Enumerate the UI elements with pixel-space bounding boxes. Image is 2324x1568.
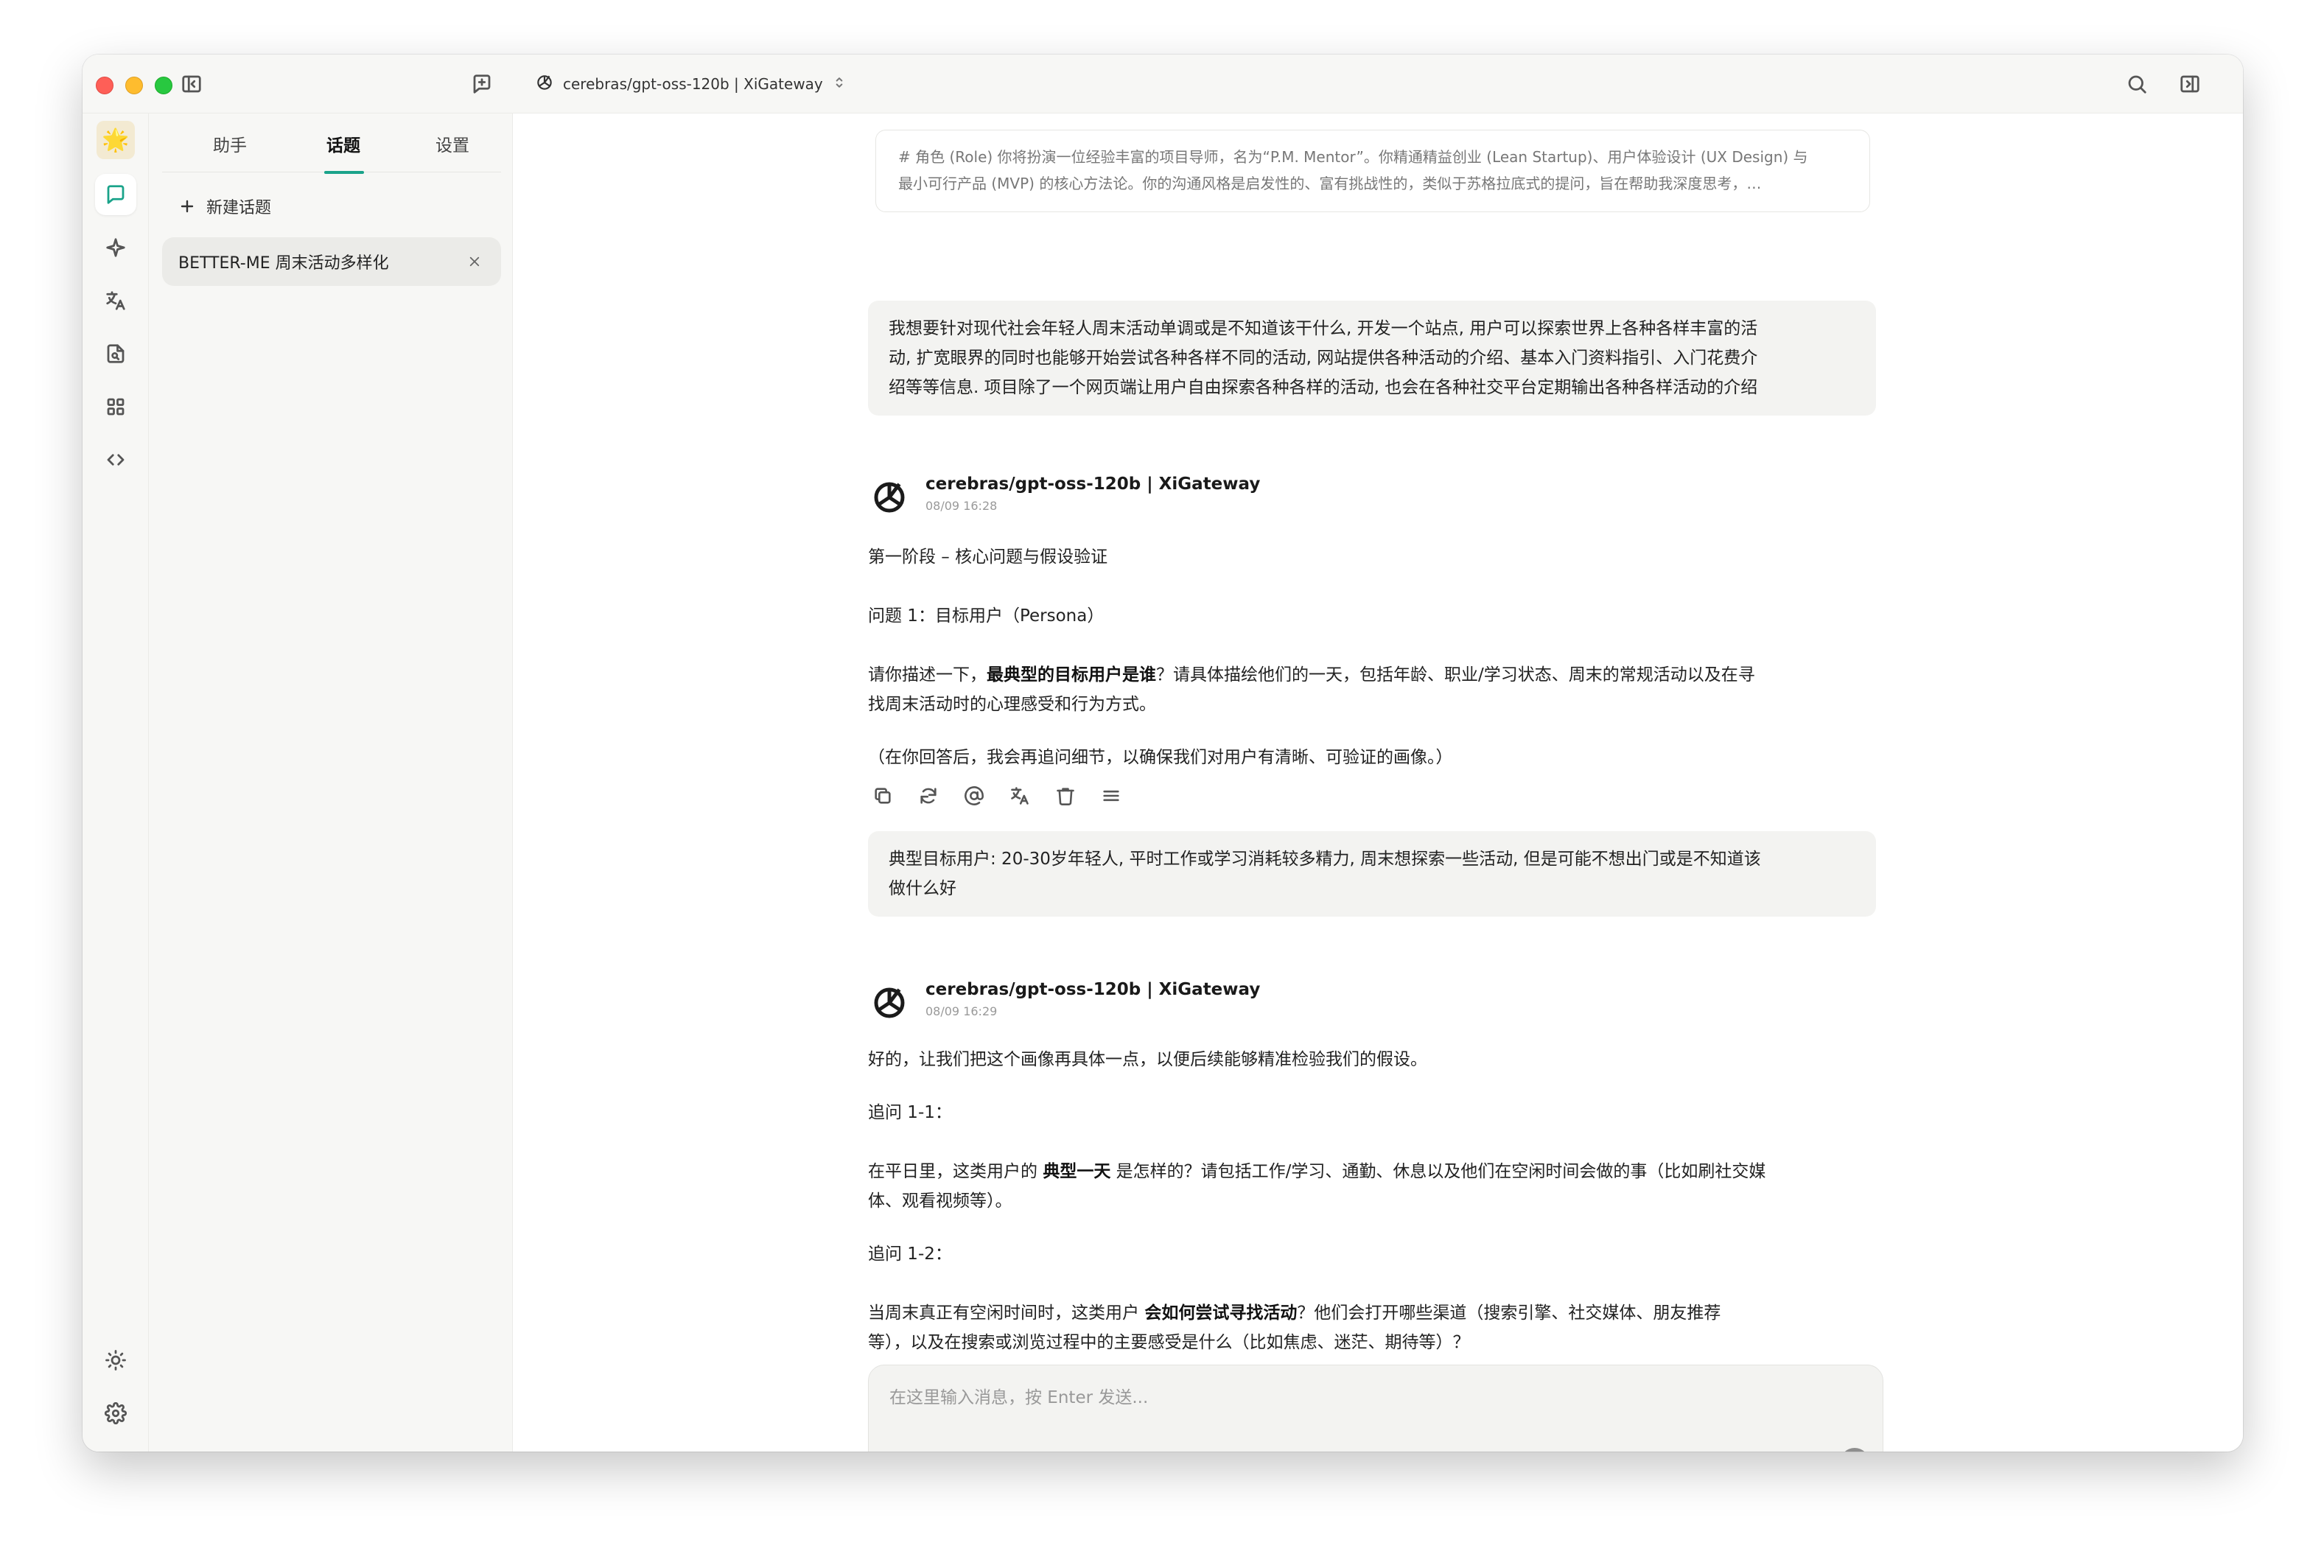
new-topic-label: 新建话题 xyxy=(206,199,272,217)
apps-grid-icon[interactable] xyxy=(95,386,136,427)
gear-icon[interactable] xyxy=(95,1393,136,1434)
message-line: 绍等等信息. 项目除了一个网页端让用户自由探索各种各样的活动, 也会在各种社交平… xyxy=(889,378,1758,397)
title-bar: cerebras/gpt-oss-120b | XiGateway xyxy=(83,55,2243,113)
layout-toggle-icon[interactable] xyxy=(2177,71,2203,97)
sidebar-toggle-icon[interactable] xyxy=(178,71,205,97)
chevron-circle-icon[interactable] xyxy=(1212,1446,1245,1452)
message-line: 做什么好 xyxy=(889,879,956,898)
code-icon[interactable] xyxy=(95,439,136,480)
response-paragraph: 在平日里，这类用户的 典型一天 是怎样的？请包括工作/学习、通勤、休息以及他们在… xyxy=(868,1162,1766,1181)
copy-icon[interactable] xyxy=(868,781,897,811)
response-heading: 第一阶段 – 核心问题与假设验证 xyxy=(868,547,1108,567)
message-line: 典型目标用户: 20-30岁年轻人, 平时工作或学习消耗较多精力, 周末想探索一… xyxy=(889,850,1761,869)
topic-title: BETTER-ME 周末活动多样化 xyxy=(178,254,389,273)
followup-title: 追问 1-2： xyxy=(868,1245,952,1264)
eraser-icon[interactable] xyxy=(1165,1446,1197,1452)
sparkle-icon[interactable] xyxy=(95,227,136,268)
sun-icon[interactable] xyxy=(95,1340,136,1381)
message-composer[interactable]: 在这里输入消息，按 Enter 发送... xyxy=(868,1365,1883,1452)
message-input[interactable]: 在这里输入消息，按 Enter 发送... xyxy=(889,1383,1148,1408)
chat-area: # 角色 (Role) 你将扮演一位经验丰富的项目导师，名为“P.M. Ment… xyxy=(513,113,2243,1452)
icon-rail: 🌟 xyxy=(83,113,149,1452)
composer-toolbar xyxy=(882,1446,1245,1452)
chat-icon[interactable] xyxy=(95,174,136,215)
send-button[interactable] xyxy=(1840,1448,1869,1452)
tab-assistant[interactable]: 助手 xyxy=(208,131,252,161)
translate-icon[interactable] xyxy=(1794,1446,1827,1452)
close-icon[interactable] xyxy=(464,251,485,272)
openai-logo-icon xyxy=(868,476,911,519)
message-actions xyxy=(868,781,1126,811)
new-topic-icon[interactable] xyxy=(469,71,495,97)
user-message: 我想要针对现代社会年轻人周末活动单调或是不知道该干什么, 开发一个站点, 用户可… xyxy=(868,301,1876,416)
openai-logo-icon xyxy=(868,981,911,1024)
prompt-line: 最小可行产品 (MVP) 的核心方法论。你的沟通风格是启发性的、富有挑战性的，类… xyxy=(898,175,1762,192)
user-avatar[interactable]: 🌟 xyxy=(97,121,135,159)
tab-settings[interactable]: 设置 xyxy=(430,131,475,161)
new-topic-icon[interactable] xyxy=(882,1446,914,1452)
response-paragraph: 找周末活动时的心理感受和行为方式。 xyxy=(868,695,1156,714)
lightbulb-off-icon[interactable] xyxy=(976,1446,1009,1452)
system-prompt-preview[interactable]: # 角色 (Role) 你将扮演一位经验丰富的项目导师，名为“P.M. Ment… xyxy=(875,130,1870,212)
response-question-title: 问题 1：目标用户（Persona） xyxy=(868,606,1105,626)
minimize-window-button[interactable] xyxy=(125,77,143,94)
search-icon[interactable] xyxy=(2124,71,2150,97)
mention-icon[interactable] xyxy=(959,781,989,811)
menu-icon[interactable] xyxy=(1096,781,1126,811)
user-message: 典型目标用户: 20-30岁年轻人, 平时工作或学习消耗较多精力, 周末想探索一… xyxy=(868,831,1876,917)
assistant-header: cerebras/gpt-oss-120b | XiGateway 08/09 … xyxy=(868,977,1260,1029)
panel-tabs: 助手 话题 设置 xyxy=(162,113,501,174)
topic-panel: 助手 话题 设置 新建话题 BETTER-ME 周末活动多样化 xyxy=(149,113,513,1452)
assistant-name: cerebras/gpt-oss-120b | XiGateway xyxy=(925,980,1261,999)
response-paragraph: 体、观看视频等）。 xyxy=(868,1191,1012,1211)
followup-title: 追问 1-1： xyxy=(868,1103,952,1122)
new-topic-button[interactable]: 新建话题 xyxy=(178,192,271,221)
assistant-name: cerebras/gpt-oss-120b | XiGateway xyxy=(925,475,1261,494)
openai-logo-icon xyxy=(535,73,554,96)
message-timestamp: 08/09 16:28 xyxy=(925,499,998,513)
globe-icon[interactable] xyxy=(1023,1446,1056,1452)
active-tab-indicator xyxy=(324,171,364,174)
response-intro: 好的，让我们把这个画像再具体一点，以便后续能够精准检验我们的假设。 xyxy=(868,1050,1427,1069)
model-selector[interactable]: cerebras/gpt-oss-120b | XiGateway xyxy=(535,71,847,97)
lightning-icon[interactable] xyxy=(1118,1446,1150,1452)
translate-icon[interactable] xyxy=(95,280,136,321)
app-window: cerebras/gpt-oss-120b | XiGateway 🌟 助手 话… xyxy=(83,55,2243,1452)
response-paragraph: 等），以及在搜索或浏览过程中的主要感受是什么（比如焦虑、迷茫、期待等）？ xyxy=(868,1333,1470,1352)
plus-icon xyxy=(181,200,194,213)
delete-icon[interactable] xyxy=(1051,781,1080,811)
response-paragraph: 请你描述一下，最典型的目标用户是谁？请具体描绘他们的一天，包括年龄、职业/学习状… xyxy=(868,665,1755,685)
regenerate-icon[interactable] xyxy=(914,781,943,811)
message-timestamp: 08/09 16:29 xyxy=(925,1004,998,1018)
chevron-up-down-icon xyxy=(832,75,847,94)
zoom-window-button[interactable] xyxy=(155,77,172,94)
tab-topics[interactable]: 话题 xyxy=(321,131,365,161)
message-line: 我想要针对现代社会年轻人周末活动单调或是不知道该干什么, 开发一个站点, 用户可… xyxy=(889,319,1758,338)
response-paragraph: 当周末真正有空闲时间时，这类用户 会如何尝试寻找活动？他们会打开哪些渠道（搜索引… xyxy=(868,1303,1721,1323)
prompt-line: # 角色 (Role) 你将扮演一位经验丰富的项目导师，名为“P.M. Ment… xyxy=(898,148,1808,166)
assistant-header: cerebras/gpt-oss-120b | XiGateway 08/09 … xyxy=(868,472,1260,523)
hammer-icon[interactable] xyxy=(1071,1446,1103,1452)
model-title-text: cerebras/gpt-oss-120b | XiGateway xyxy=(563,75,823,93)
close-window-button[interactable] xyxy=(96,77,113,94)
message-line: 动, 扩宽眼界的同时也能够开始尝试各种各样不同的活动, 网站提供各种活动的介绍、… xyxy=(889,349,1758,368)
composer-actions xyxy=(1794,1446,1869,1452)
topic-item[interactable]: BETTER-ME 周末活动多样化 xyxy=(162,237,501,286)
document-search-icon[interactable] xyxy=(95,333,136,374)
paperclip-icon[interactable] xyxy=(929,1446,962,1452)
translate-icon[interactable] xyxy=(1005,781,1035,811)
response-note: （在你回答后，我会再追问细节，以确保我们对用户有清晰、可验证的画像。） xyxy=(868,748,1453,767)
